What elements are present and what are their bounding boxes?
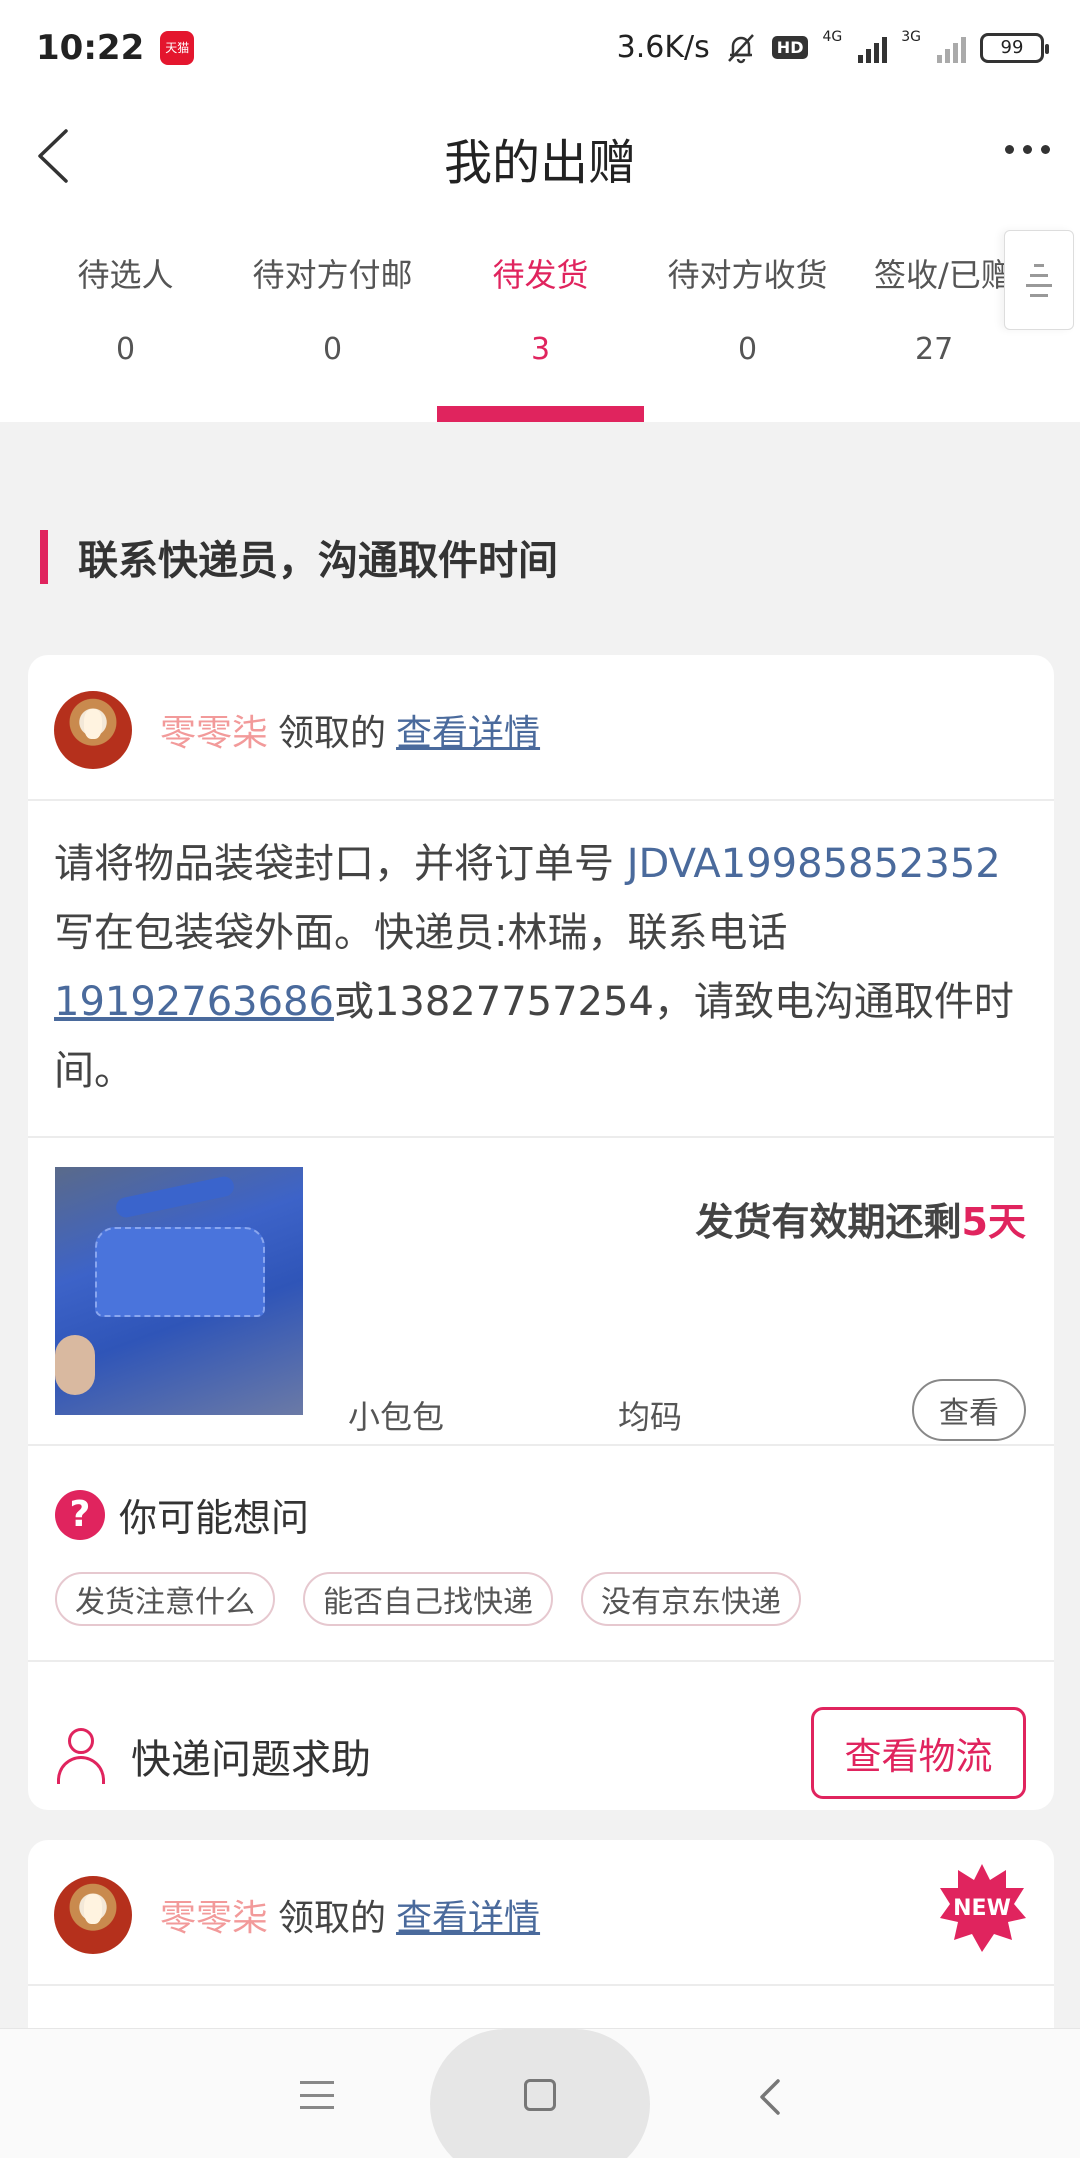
section-heading-text: 联系快递员，沟通取件时间 bbox=[78, 538, 558, 584]
filter-lines-icon bbox=[1034, 263, 1044, 267]
recent-apps-button[interactable] bbox=[300, 2081, 334, 2109]
recipient-name[interactable]: 零零柒 bbox=[160, 704, 268, 756]
faq-chip-own-courier[interactable]: 能否自己找快递 bbox=[303, 1572, 553, 1626]
divider bbox=[28, 1136, 1054, 1138]
tab-pending-postage[interactable]: 待对方付邮 0 bbox=[229, 250, 436, 367]
faq-title: ? 你可能想问 bbox=[55, 1487, 309, 1542]
shipping-validity: 发货有效期还剩5天 bbox=[696, 1191, 1026, 1246]
divider bbox=[28, 1984, 1054, 1986]
faq-title-text: 你可能想问 bbox=[119, 1496, 310, 1540]
filter-line bbox=[1030, 273, 1048, 277]
courier-help-text: 快递问题求助 bbox=[131, 1737, 371, 1783]
app-header: 我的出赠 bbox=[0, 95, 1080, 220]
tab-pending-receive[interactable]: 待对方收货 0 bbox=[644, 250, 851, 367]
status-tabs: 待选人 0 待对方付邮 0 待发货 3 待对方收货 0 签收/已赠 27 bbox=[0, 220, 1080, 422]
more-dot bbox=[1023, 145, 1032, 154]
more-options-button[interactable] bbox=[1005, 145, 1050, 154]
menu-line bbox=[300, 2106, 334, 2109]
menu-line bbox=[300, 2093, 334, 2097]
tab-count: 0 bbox=[737, 332, 758, 367]
instructions-text-2: 写在包装袋外面。快递员:林瑞，联系电话 bbox=[54, 910, 788, 956]
shipping-instructions: 请将物品装袋封口，并将订单号 JDVA19985852352 写在包装袋外面。快… bbox=[28, 830, 1054, 1106]
divider bbox=[28, 1660, 1054, 1662]
page-title: 我的出赠 bbox=[443, 134, 636, 191]
mute-bell-icon bbox=[727, 33, 754, 63]
status-bar: 10:22 天猫 3.6K/s HD 4G 3G 99 bbox=[0, 0, 1080, 95]
home-button[interactable] bbox=[524, 2079, 556, 2111]
section-accent-bar bbox=[40, 530, 48, 584]
bag-strap bbox=[114, 1174, 236, 1220]
tab-label: 待对方付邮 bbox=[252, 256, 413, 294]
filter-line bbox=[1026, 283, 1052, 287]
instructions-text-1: 请将物品装袋封口，并将订单号 bbox=[54, 841, 627, 887]
net-label-3g: 3G bbox=[901, 29, 921, 45]
faq-chips: 发货注意什么 能否自己找快递 没有京东快递 bbox=[55, 1572, 801, 1626]
product-name: 小包包 bbox=[348, 1398, 445, 1436]
divider bbox=[28, 1444, 1054, 1446]
filter-line bbox=[1030, 293, 1048, 297]
divider bbox=[28, 799, 1054, 801]
product-image[interactable] bbox=[55, 1167, 303, 1415]
tab-pending-ship[interactable]: 待发货 3 bbox=[437, 250, 644, 367]
signal-4g-icon bbox=[858, 33, 888, 63]
net-speed: 3.6K/s bbox=[616, 30, 710, 65]
more-dots-icon bbox=[1005, 145, 1014, 154]
hd-icon: HD bbox=[771, 36, 809, 59]
tab-label: 待选人 bbox=[77, 256, 174, 294]
product-size: 均码 bbox=[618, 1398, 683, 1436]
signal-3g-icon bbox=[937, 33, 966, 63]
received-label: 领取的 bbox=[278, 713, 387, 754]
tmall-app-icon: 天猫 bbox=[160, 30, 195, 65]
validity-days: 5天 bbox=[961, 1200, 1026, 1244]
person-head bbox=[68, 1728, 94, 1754]
product-row: 发货有效期还剩5天 小包包 均码 查看 bbox=[28, 1167, 1054, 1441]
recipient-row: 零零柒 领取的 查看详情 bbox=[28, 1875, 1054, 1955]
system-nav-bar bbox=[0, 2028, 1080, 2158]
order-number: JDVA19985852352 bbox=[626, 841, 1001, 887]
view-logistics-button[interactable]: 查看物流 bbox=[811, 1707, 1026, 1799]
menu-icon bbox=[300, 2081, 334, 2084]
more-dot bbox=[1041, 145, 1050, 154]
faq-section: ? 你可能想问 发货注意什么 能否自己找快递 没有京东快递 bbox=[28, 1487, 1054, 1647]
new-badge-text: NEW bbox=[953, 1895, 1011, 1921]
person-icon bbox=[55, 1728, 107, 1784]
question-icon: ? bbox=[55, 1489, 105, 1540]
view-details-link[interactable]: 查看详情 bbox=[396, 704, 540, 756]
back-triangle-icon bbox=[760, 2079, 780, 2115]
faq-chip-shipping-notes[interactable]: 发货注意什么 bbox=[55, 1572, 275, 1626]
tab-label: 待发货 bbox=[492, 256, 589, 294]
received-label: 领取的 bbox=[278, 1898, 387, 1939]
validity-label: 发货有效期还剩 bbox=[695, 1200, 962, 1244]
new-badge: NEW bbox=[936, 1862, 1028, 1954]
courier-help[interactable]: 快递问题求助 bbox=[55, 1727, 371, 1785]
tab-count: 27 bbox=[915, 332, 954, 367]
tab-filter-button[interactable] bbox=[1004, 230, 1074, 330]
tab-count: 0 bbox=[115, 332, 136, 367]
tab-label: 待对方收货 bbox=[667, 256, 828, 294]
person-body bbox=[57, 1756, 105, 1784]
faq-chip-no-jd-courier[interactable]: 没有京东快递 bbox=[581, 1572, 801, 1626]
active-tab-indicator bbox=[437, 406, 644, 422]
courier-phone-link[interactable]: 19192763686 bbox=[54, 979, 334, 1025]
section-heading: 联系快递员，沟通取件时间 bbox=[40, 530, 558, 584]
view-product-button[interactable]: 查看 bbox=[912, 1379, 1026, 1441]
bag-flap bbox=[95, 1227, 265, 1317]
chevron-left-icon bbox=[38, 129, 68, 183]
recipient-name[interactable]: 零零柒 bbox=[160, 1889, 268, 1941]
back-button[interactable] bbox=[22, 121, 92, 191]
gift-card: 零零柒 领取的 查看详情 请将物品装袋封口，并将订单号 JDVA19985852… bbox=[28, 655, 1054, 1810]
avatar[interactable] bbox=[54, 1876, 132, 1954]
view-details-link[interactable]: 查看详情 bbox=[396, 1889, 540, 1941]
thumb bbox=[55, 1335, 95, 1395]
tab-pending-select[interactable]: 待选人 0 bbox=[22, 250, 229, 367]
net-label-4g: 4G bbox=[822, 29, 843, 45]
tab-count: 0 bbox=[322, 332, 343, 367]
status-time: 10:22 bbox=[36, 27, 145, 68]
system-back-button[interactable] bbox=[752, 2077, 788, 2117]
tab-count: 3 bbox=[530, 332, 551, 367]
avatar[interactable] bbox=[54, 691, 132, 769]
help-row: 快递问题求助 查看物流 bbox=[28, 1707, 1054, 1799]
recipient-row: 零零柒 领取的 查看详情 bbox=[28, 690, 1054, 770]
battery-icon: 99 bbox=[980, 32, 1049, 63]
